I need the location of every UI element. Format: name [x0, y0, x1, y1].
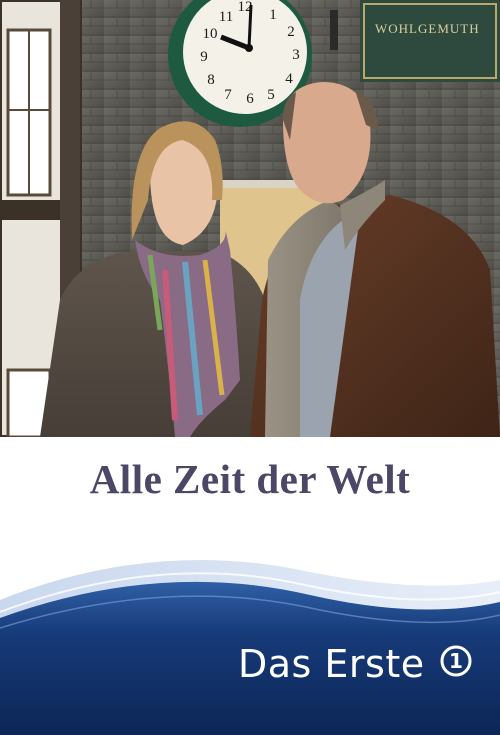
- svg-text:11: 11: [219, 9, 233, 25]
- sign-text: WOHLGEMUTH: [375, 21, 480, 36]
- svg-text:8: 8: [207, 72, 215, 88]
- broadcaster-name: Das Erste: [238, 642, 425, 686]
- svg-text:7: 7: [224, 87, 232, 103]
- movie-poster: WOHLGEMUTH 12 1 2 3 4 5 6 7 8 9 10 11 Al…: [0, 0, 500, 735]
- svg-text:2: 2: [287, 24, 295, 40]
- wave-band: [0, 560, 500, 735]
- svg-text:3: 3: [292, 47, 300, 63]
- svg-text:1: 1: [269, 7, 277, 23]
- svg-text:1: 1: [449, 649, 463, 673]
- poster-title: Alle Zeit der Welt: [89, 456, 411, 502]
- svg-text:6: 6: [246, 91, 254, 107]
- svg-text:4: 4: [285, 71, 293, 87]
- svg-text:9: 9: [200, 49, 208, 65]
- das-erste-logo: 1: [440, 645, 472, 677]
- svg-text:10: 10: [203, 26, 218, 42]
- poster-photo: WOHLGEMUTH 12 1 2 3 4 5 6 7 8 9 10 11: [0, 0, 500, 437]
- svg-text:5: 5: [267, 87, 275, 103]
